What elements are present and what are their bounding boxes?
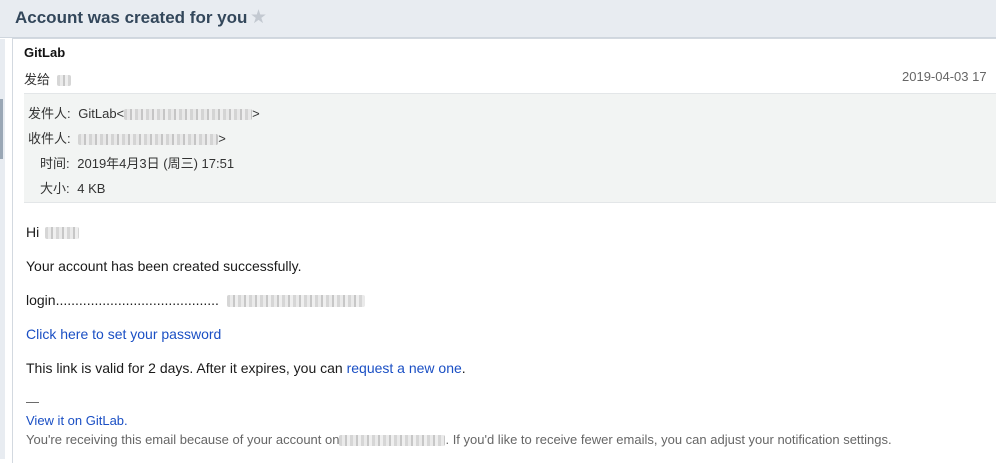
validity-prefix: This link is valid for 2 days. After it …	[26, 360, 347, 376]
size-row: 大小: 4 KB	[40, 178, 105, 197]
redacted-login-value	[226, 295, 365, 308]
notice-suffix: . If you'd like to receive fewer emails,…	[445, 432, 892, 447]
footer-separator: —	[26, 394, 39, 409]
validity-suffix: .	[461, 360, 466, 376]
greeting-line: Hi	[26, 224, 80, 240]
to-row: 收件人: >	[28, 128, 226, 147]
set-password-line: Click here to set your password	[26, 326, 221, 342]
sender-name[interactable]: GitLab	[24, 45, 65, 60]
request-new-link[interactable]: request a new one	[347, 360, 462, 376]
left-scroll-edge	[0, 39, 5, 459]
sent-to-label: 发给	[24, 72, 51, 87]
subject-bar: Account was created for you ★	[0, 0, 996, 38]
to-label: 收件人:	[28, 131, 71, 146]
redacted-user-name	[45, 227, 80, 240]
scroll-marker[interactable]	[0, 99, 3, 159]
size-label: 大小:	[40, 181, 70, 196]
from-label: 发件人:	[28, 106, 71, 121]
from-row: 发件人: GitLab< >	[28, 103, 260, 122]
footer-notice: You're receiving this email because of y…	[26, 432, 892, 447]
set-password-link[interactable]: Click here to set your password	[26, 326, 221, 342]
message-details-panel: 发件人: GitLab< > 收件人: > 时间: 2019年4月3日 (周三) …	[24, 93, 996, 203]
time-label: 时间:	[40, 156, 70, 171]
star-icon[interactable]: ★	[250, 6, 267, 29]
from-close: >	[252, 106, 260, 121]
redacted-from-address	[124, 109, 253, 121]
redacted-recipient	[56, 75, 71, 87]
login-line: login...................................…	[26, 292, 365, 308]
message-date: 2019-04-03 17	[902, 69, 987, 84]
view-line: View it on GitLab.	[26, 413, 128, 428]
time-value: 2019年4月3日 (周三) 17:51	[77, 156, 235, 171]
email-subject: Account was created for you	[15, 8, 248, 27]
validity-line: This link is valid for 2 days. After it …	[26, 360, 466, 376]
time-row: 时间: 2019年4月3日 (周三) 17:51	[40, 153, 234, 172]
view-on-gitlab-link[interactable]: View it on GitLab.	[26, 413, 128, 428]
created-line: Your account has been created successful…	[26, 258, 302, 274]
sent-to-row: 发给	[24, 69, 71, 88]
size-value: 4 KB	[77, 181, 106, 196]
redacted-to-address[interactable]	[78, 134, 219, 146]
redacted-host	[339, 435, 446, 447]
to-close: >	[218, 131, 226, 146]
login-label: login...................................…	[26, 292, 219, 308]
from-name[interactable]: GitLab<	[78, 106, 124, 121]
notice-prefix: You're receiving this email because of y…	[26, 432, 340, 447]
greeting: Hi	[26, 224, 40, 240]
